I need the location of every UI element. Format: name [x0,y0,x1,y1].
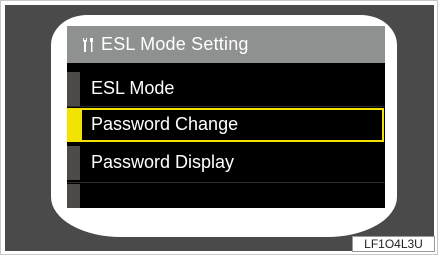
menu-divider [67,106,385,107]
menu-item-tab [67,146,80,180]
figure-code: LF1O4L3U [352,236,435,252]
menu-item-password-display[interactable]: Password Display [67,146,385,180]
display-screen: ESL Mode Setting ESL Mode Password Chang… [67,26,385,208]
menu-item-label: ESL Mode [91,78,175,98]
menu-header: ESL Mode Setting [67,26,385,63]
menu-item-esl-mode[interactable]: ESL Mode [67,72,385,106]
menu-title: ESL Mode Setting [101,34,249,54]
empty-row-tab [67,184,80,208]
figure-frame: ESL Mode Setting ESL Mode Password Chang… [0,0,438,255]
menu-item-tab [67,72,80,106]
selection-tab [67,108,80,142]
menu-item-password-change[interactable]: Password Change [67,108,385,142]
menu-item-label: Password Change [91,114,239,134]
menu-item-label: Password Display [91,152,235,172]
menu-divider [67,182,385,183]
wrench-screwdriver-icon [83,38,93,52]
